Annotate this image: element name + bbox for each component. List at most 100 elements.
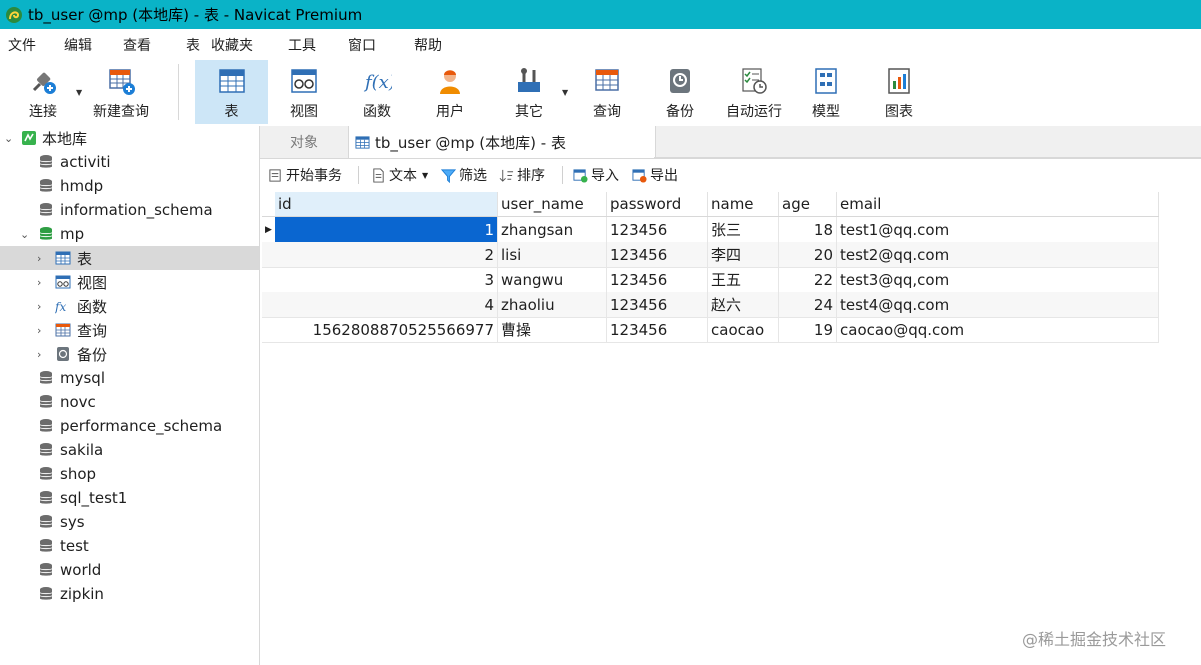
cell-age[interactable]: 22 (779, 267, 837, 292)
table-row[interactable]: 4 zhaoliu 123456 赵六 24 test4@qq.com (262, 292, 1159, 318)
database-node-performance-schema[interactable]: performance_schema (0, 414, 259, 438)
menu-help[interactable]: 帮助 (414, 35, 442, 55)
cell-age[interactable]: 19 (779, 317, 837, 342)
cell-password[interactable]: 123456 (607, 267, 708, 292)
view-button[interactable]: 视图 (269, 60, 339, 124)
cell-password[interactable]: 123456 (607, 217, 708, 242)
row-indicator[interactable] (262, 317, 275, 342)
cell-password[interactable]: 123456 (607, 242, 708, 267)
database-node-information-schema[interactable]: information_schema (0, 198, 259, 222)
text-dropdown-arrow-icon[interactable]: ▼ (422, 171, 428, 180)
database-node-sakila[interactable]: sakila (0, 438, 259, 462)
cell-id[interactable]: 1562808870525566977 (275, 317, 498, 342)
column-header-age[interactable]: age (779, 192, 837, 216)
column-header-password[interactable]: password (607, 192, 708, 216)
menu-edit[interactable]: 编辑 (64, 35, 92, 55)
database-node-novc[interactable]: novc (0, 390, 259, 414)
cell-password[interactable]: 123456 (607, 292, 708, 317)
cell-password[interactable]: 123456 (607, 317, 708, 342)
table-row[interactable]: 3 wangwu 123456 王五 22 test3@qq,com (262, 267, 1159, 293)
other-dropdown-arrow-icon[interactable]: ▼ (562, 88, 568, 97)
sort-button[interactable]: 排序 (499, 159, 545, 191)
import-button[interactable]: 导入 (573, 159, 619, 191)
filter-button[interactable]: 筛选 (441, 159, 487, 191)
cell-user-name[interactable]: zhaoliu (498, 292, 607, 317)
column-header-user-name[interactable]: user_name (498, 192, 607, 216)
column-header-id[interactable]: id (275, 192, 498, 216)
cell-name[interactable]: 王五 (708, 267, 779, 292)
cell-id[interactable]: 4 (275, 292, 498, 317)
mp-child-node-4[interactable]: › 备份 (0, 342, 259, 366)
cell-email[interactable]: test2@qq.com (837, 242, 1159, 267)
database-node-activiti[interactable]: activiti (0, 150, 259, 174)
row-indicator[interactable] (262, 242, 275, 267)
expand-chevron-icon[interactable]: › (37, 300, 41, 313)
mp-child-node-0[interactable]: › 表 (0, 246, 259, 270)
query-button[interactable]: 查询 (572, 60, 642, 124)
mp-child-node-3[interactable]: › 查询 (0, 318, 259, 342)
database-node-hmdp[interactable]: hmdp (0, 174, 259, 198)
cell-name[interactable]: 赵六 (708, 292, 779, 317)
database-node-sql-test1[interactable]: sql_test1 (0, 486, 259, 510)
menu-tools[interactable]: 工具 (288, 35, 316, 55)
tab-objects[interactable]: 对象 (260, 126, 348, 158)
cell-user-name[interactable]: wangwu (498, 267, 607, 292)
connect-dropdown-arrow-icon[interactable]: ▼ (76, 88, 82, 97)
cell-email[interactable]: test4@qq.com (837, 292, 1159, 317)
connection-node[interactable]: ⌄ 本地库 (0, 126, 259, 150)
new-query-button[interactable]: 新建查询 (86, 60, 156, 124)
cell-user-name[interactable]: 曹操 (498, 317, 607, 342)
tab-tb-user[interactable]: tb_user @mp (本地库) - 表 (348, 126, 656, 158)
row-indicator[interactable]: ▶ (262, 217, 275, 242)
cell-email[interactable]: caocao@qq.com (837, 317, 1159, 342)
database-node-test[interactable]: test (0, 534, 259, 558)
menu-window[interactable]: 窗口 (348, 35, 376, 55)
column-header-name[interactable]: name (708, 192, 779, 216)
connect-button[interactable]: 连接 (8, 60, 78, 124)
table-row[interactable]: 1562808870525566977 曹操 123456 caocao 19 caoca… (262, 317, 1159, 343)
cell-name[interactable]: 李四 (708, 242, 779, 267)
chart-button[interactable]: 图表 (864, 60, 934, 124)
export-button[interactable]: 导出 (632, 159, 678, 191)
backup-button[interactable]: 备份 (645, 60, 715, 124)
cell-name[interactable]: caocao (708, 317, 779, 342)
cell-name[interactable]: 张三 (708, 217, 779, 242)
cell-id[interactable]: 2 (275, 242, 498, 267)
cell-age[interactable]: 18 (779, 217, 837, 242)
cell-id[interactable]: 3 (275, 267, 498, 292)
row-indicator[interactable] (262, 267, 275, 292)
menu-favorites[interactable]: 收藏夹 (211, 35, 253, 55)
text-view-button[interactable]: 文本 ▼ (371, 159, 428, 191)
function-button[interactable]: f(x) 函数 (342, 60, 412, 124)
menu-table[interactable]: 表 (186, 35, 200, 55)
mp-child-node-2[interactable]: › fx 函数 (0, 294, 259, 318)
database-node-sys[interactable]: sys (0, 510, 259, 534)
expand-chevron-icon[interactable]: › (37, 348, 41, 361)
cell-email[interactable]: test3@qq,com (837, 267, 1159, 292)
collapse-chevron-icon[interactable]: ⌄ (4, 132, 13, 145)
automation-button[interactable]: 自动运行 (718, 60, 790, 124)
table-button[interactable]: 表 (195, 60, 268, 124)
cell-id[interactable]: 1 (275, 217, 498, 242)
row-indicator[interactable] (262, 292, 275, 317)
model-button[interactable]: 模型 (791, 60, 861, 124)
column-header-email[interactable]: email (837, 192, 1159, 216)
table-row[interactable]: ▶ 1 zhangsan 123456 张三 18 test1@qq.com (262, 217, 1159, 243)
database-node-mp[interactable]: ⌄ mp (0, 222, 259, 246)
other-button[interactable]: 其它 (494, 60, 564, 124)
user-button[interactable]: 用户 (415, 60, 485, 124)
expand-chevron-icon[interactable]: › (37, 324, 41, 337)
table-row[interactable]: 2 lisi 123456 李四 20 test2@qq.com (262, 242, 1159, 268)
menu-file[interactable]: 文件 (8, 35, 36, 55)
cell-email[interactable]: test1@qq.com (837, 217, 1159, 242)
database-node-shop[interactable]: shop (0, 462, 259, 486)
expand-chevron-icon[interactable]: › (37, 252, 41, 265)
cell-user-name[interactable]: zhangsan (498, 217, 607, 242)
cell-age[interactable]: 20 (779, 242, 837, 267)
expand-chevron-icon[interactable]: › (37, 276, 41, 289)
collapse-chevron-icon[interactable]: ⌄ (20, 228, 29, 241)
menu-view[interactable]: 查看 (123, 35, 151, 55)
mp-child-node-1[interactable]: › 视图 (0, 270, 259, 294)
database-node-mysql[interactable]: mysql (0, 366, 259, 390)
database-node-zipkin[interactable]: zipkin (0, 582, 259, 606)
